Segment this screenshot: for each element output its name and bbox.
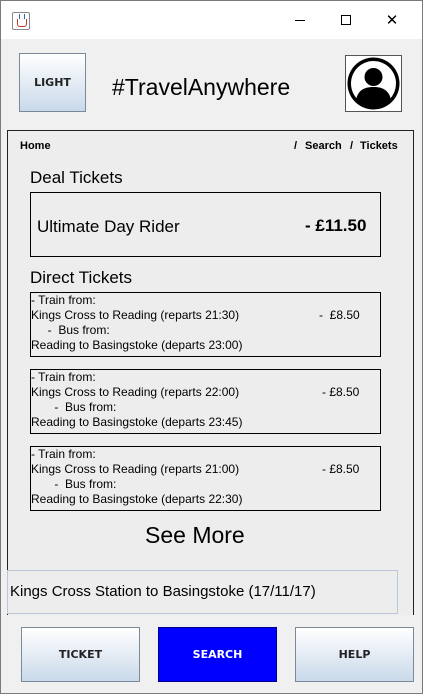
ticket-price: - £8.50 (319, 308, 360, 322)
ticket-price: - £8.50 (322, 385, 360, 399)
bus-label: - Bus from: (31, 400, 117, 414)
train-route: Kings Cross to Reading (reparts 21:30) (31, 308, 240, 322)
train-label: - Train from: (31, 293, 96, 307)
brand-title: #TravelAnywhere (112, 74, 291, 100)
profile-button[interactable] (345, 55, 402, 112)
deal-ticket-name: Ultimate Day Rider (37, 217, 180, 236)
breadcrumb-home[interactable]: Home (20, 140, 51, 152)
bus-label: - Bus from: (31, 477, 117, 491)
maximize-icon (341, 15, 351, 25)
see-more-link[interactable]: See More (145, 522, 245, 549)
bus-label: - Bus from: (31, 323, 110, 337)
train-route: Kings Cross to Reading (reparts 21:00) (31, 462, 240, 476)
train-label: - Train from: (31, 370, 96, 384)
deal-tickets-heading: Deal Tickets (30, 168, 123, 187)
route-summary-text: Kings Cross Station to Basingstoke (17/1… (10, 583, 316, 600)
user-avatar-icon (347, 57, 400, 110)
minimize-icon (295, 19, 305, 21)
breadcrumb-separator: / (294, 140, 298, 152)
breadcrumb-separator: / (350, 140, 354, 152)
deal-ticket-price: - £11.50 (305, 216, 367, 235)
theme-toggle-button[interactable]: LIGHT (19, 53, 86, 112)
ticket-price: - £8.50 (322, 462, 360, 476)
maximize-button[interactable] (323, 6, 369, 34)
close-button[interactable]: ✕ (369, 6, 415, 34)
nav-search-button[interactable]: SEARCH (158, 627, 277, 682)
breadcrumb-tickets[interactable]: Tickets (360, 140, 398, 152)
minimize-button[interactable] (277, 6, 323, 34)
close-icon: ✕ (385, 10, 399, 29)
nav-ticket-button[interactable]: TICKET (21, 627, 140, 682)
nav-help-button[interactable]: HELP (295, 627, 414, 682)
direct-tickets-heading: Direct Tickets (30, 268, 133, 287)
train-route: Kings Cross to Reading (reparts 22:00) (31, 385, 240, 399)
bus-route: Reading to Basingstoke (departs 23:45) (31, 415, 243, 429)
java-app-icon (12, 12, 30, 30)
bus-route: Reading to Basingstoke (departs 23:00) (31, 338, 243, 352)
breadcrumb-search[interactable]: Search (305, 140, 342, 152)
bus-route: Reading to Basingstoke (departs 22:30) (31, 492, 243, 506)
train-label: - Train from: (31, 447, 96, 461)
